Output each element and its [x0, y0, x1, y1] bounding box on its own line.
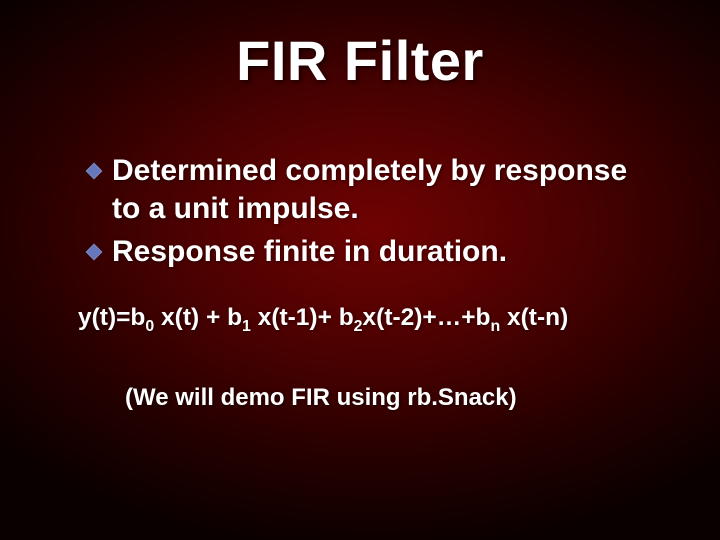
bullet-text: Response finite in duration. — [112, 233, 660, 271]
fir-equation: y(t)=b0 x(t) + b1 x(t-1)+ b2x(t-2)+…+bn … — [78, 304, 568, 336]
slide-body: Determined completely by response to a u… — [88, 152, 660, 277]
slide-title: FIR Filter — [0, 28, 720, 93]
demo-note: (We will demo FIR using rb.Snack) — [125, 384, 517, 412]
diamond-bullet-icon — [86, 163, 103, 180]
bullet-item: Response finite in duration. — [88, 233, 660, 271]
slide: FIR Filter Determined completely by resp… — [0, 0, 720, 540]
diamond-bullet-icon — [86, 244, 103, 261]
bullet-item: Determined completely by response to a u… — [88, 152, 660, 227]
bullet-text: Determined completely by response to a u… — [112, 152, 660, 227]
